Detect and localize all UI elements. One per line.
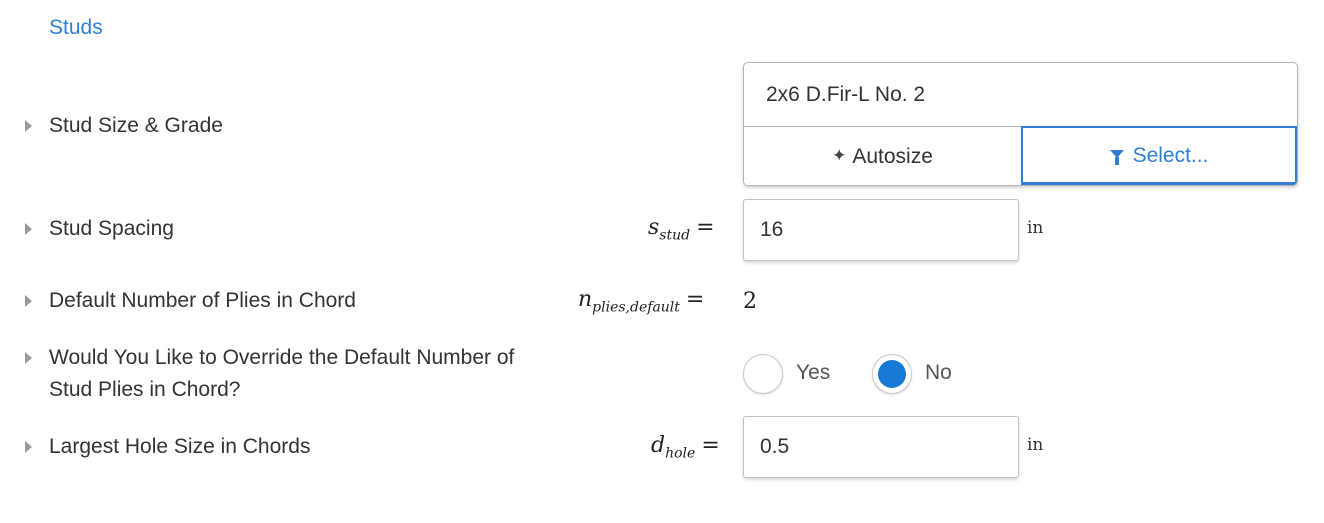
select-button[interactable]: Select... xyxy=(1021,126,1297,185)
filter-icon xyxy=(1109,150,1124,165)
override-plies-label-line2[interactable]: Stud Plies in Chord? xyxy=(49,374,240,405)
radio-yes-label[interactable]: Yes xyxy=(796,361,830,385)
symbol-subscript: hole xyxy=(665,445,696,462)
expand-caret-icon[interactable] xyxy=(25,295,32,307)
stud-spacing-symbol: sstud = xyxy=(648,215,715,244)
stud-spacing-input[interactable] xyxy=(743,199,1019,261)
hole-size-label[interactable]: Largest Hole Size in Chords xyxy=(49,431,310,462)
symbol-var: n xyxy=(578,287,593,312)
hole-size-symbol: dhole = xyxy=(651,433,720,462)
expand-caret-icon[interactable] xyxy=(25,223,32,235)
default-plies-label[interactable]: Default Number of Plies in Chord xyxy=(49,285,356,316)
symbol-var: d xyxy=(651,433,666,458)
hole-size-input[interactable] xyxy=(743,416,1019,478)
hole-size-unit: in xyxy=(1027,435,1044,455)
expand-caret-icon[interactable] xyxy=(25,352,32,364)
expand-caret-icon[interactable] xyxy=(25,441,32,453)
section-title-studs[interactable]: Studs xyxy=(49,16,103,40)
symbol-subscript: stud xyxy=(659,227,691,244)
stud-spacing-unit: in xyxy=(1027,218,1044,238)
default-plies-symbol: nplies,default = xyxy=(578,287,705,316)
select-button-label: Select... xyxy=(1132,144,1209,167)
stud-spacing-label[interactable]: Stud Spacing xyxy=(49,213,174,244)
symbol-subscript: plies,default xyxy=(592,299,680,316)
stud-size-selector: 2x6 D.Fir-L No. 2 ✦ Autosize Select... xyxy=(743,62,1298,186)
symbol-var: s xyxy=(648,215,660,240)
studs-panel: Studs Stud Size & Grade 2x6 D.Fir-L No. … xyxy=(0,0,1324,523)
magic-wand-icon: ✦ xyxy=(832,146,847,165)
expand-caret-icon[interactable] xyxy=(25,120,32,132)
stud-size-value: 2x6 D.Fir-L No. 2 xyxy=(744,63,1297,127)
radio-yes[interactable] xyxy=(743,354,783,394)
autosize-button[interactable]: ✦ Autosize xyxy=(744,127,1021,185)
override-plies-label-line1[interactable]: Would You Like to Override the Default N… xyxy=(49,342,514,373)
default-plies-value: 2 xyxy=(743,289,757,314)
autosize-button-label: Autosize xyxy=(852,145,933,168)
radio-no[interactable] xyxy=(872,354,912,394)
radio-no-label[interactable]: No xyxy=(925,361,952,385)
stud-size-label[interactable]: Stud Size & Grade xyxy=(49,110,223,141)
